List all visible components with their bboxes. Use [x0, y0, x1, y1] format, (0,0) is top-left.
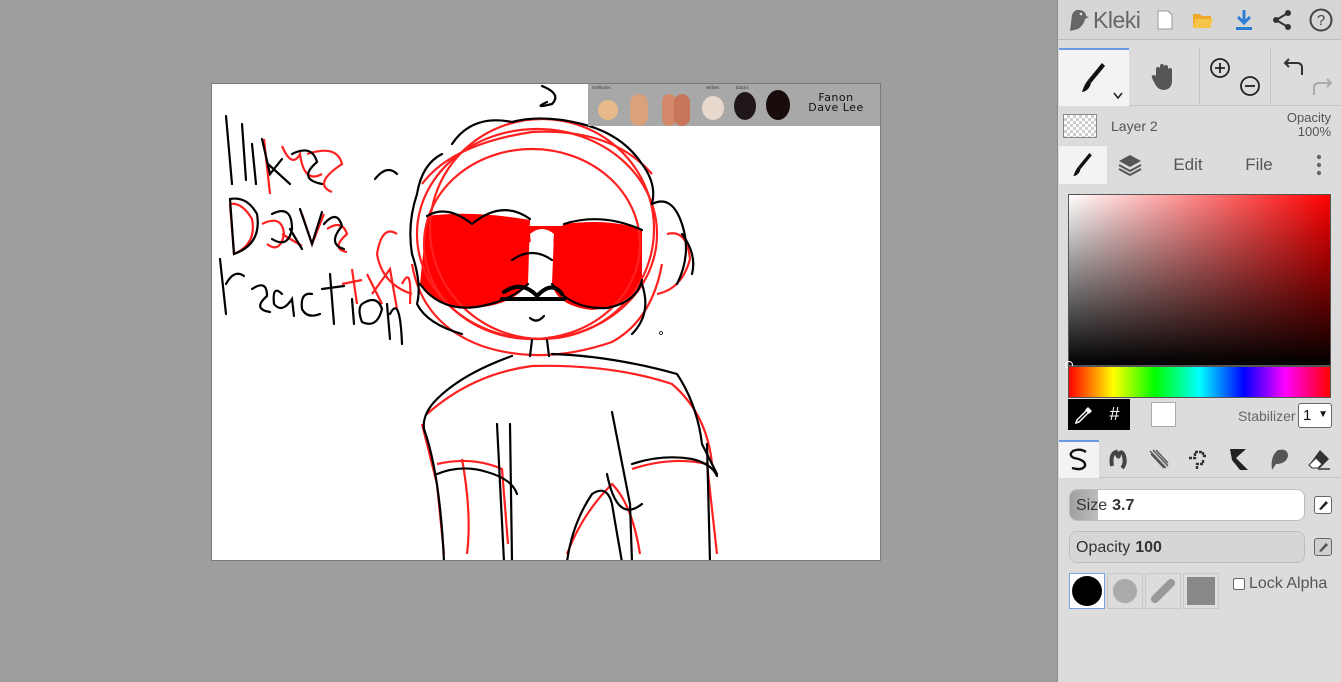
drawing-canvas[interactable]: midtones whites blacks Fanon Dave Lee	[211, 83, 881, 561]
layer-opacity-label: Opacity	[1286, 110, 1331, 125]
size-pressure-toggle-icon[interactable]	[1314, 496, 1332, 514]
eyedropper-icon[interactable]	[1068, 399, 1099, 430]
brush-type-row	[1058, 440, 1341, 478]
zoom-in-icon[interactable]	[1208, 56, 1232, 80]
tool-panel: Kleki ? Layer 2 Opacity 100% Edit File #…	[1057, 0, 1341, 682]
panel-tabs: Edit File	[1058, 146, 1341, 184]
palette-label: midtones	[592, 85, 611, 90]
soft-tip-icon[interactable]	[1107, 573, 1143, 609]
size-value: 3.7	[1112, 497, 1135, 514]
layer-opacity: Opacity 100%	[1287, 111, 1331, 139]
opacity-pressure-toggle-icon[interactable]	[1314, 538, 1332, 556]
chemy-brush-icon[interactable]	[1219, 440, 1259, 478]
undo-icon[interactable]	[1283, 56, 1305, 78]
palette-swatch	[598, 100, 618, 120]
opacity-value: 100	[1135, 539, 1162, 556]
palette-swatch	[702, 96, 724, 120]
hand-tool-button[interactable]	[1129, 48, 1199, 106]
stabilizer-label: Stabilizer	[1238, 408, 1296, 424]
reference-palette: midtones whites blacks Fanon Dave Lee	[588, 84, 880, 126]
hue-slider[interactable]	[1068, 366, 1331, 398]
eraser-icon[interactable]	[1299, 440, 1339, 478]
open-folder-icon[interactable]	[1189, 6, 1217, 34]
help-icon[interactable]: ?	[1307, 6, 1335, 34]
color-saturation-picker[interactable]	[1065, 194, 1331, 369]
opacity-label: Opacity	[1076, 539, 1131, 556]
square-tip-icon[interactable]	[1183, 573, 1219, 609]
svg-text:?: ?	[1317, 12, 1325, 29]
zoom-out-icon[interactable]	[1238, 74, 1262, 98]
sketchy-brush-icon[interactable]	[1139, 440, 1179, 478]
palette-swatch	[766, 90, 790, 120]
pen-brush-icon[interactable]	[1059, 440, 1099, 478]
current-color-swatch[interactable]	[1151, 402, 1176, 427]
drawing-content	[218, 84, 719, 560]
chevron-down-icon[interactable]	[1113, 92, 1123, 100]
chevron-down-icon: ▼	[1318, 409, 1328, 420]
color-controls: # Stabilizer 1 ▼	[1068, 399, 1332, 431]
download-icon[interactable]	[1230, 6, 1258, 34]
layer-name: Layer 2	[1111, 118, 1158, 134]
zoom-tool	[1199, 48, 1270, 106]
stabilizer-value: 1	[1303, 407, 1312, 424]
palette-title: Fanon Dave Lee	[800, 92, 872, 114]
palette-label: blacks	[736, 85, 749, 90]
kleki-logo[interactable]: Kleki	[1066, 6, 1141, 34]
layer-opacity-value: 100%	[1297, 124, 1331, 139]
palette-swatch	[674, 94, 690, 126]
checkbox-box[interactable]	[1233, 578, 1245, 590]
size-slider[interactable]: Size 3.7	[1069, 489, 1305, 521]
opacity-slider-text: Opacity 100	[1076, 539, 1162, 557]
lock-alpha-checkbox[interactable]: Lock Alpha	[1233, 575, 1327, 593]
brush-tool-button[interactable]	[1059, 48, 1129, 106]
share-icon[interactable]	[1268, 6, 1296, 34]
palette-title-line: Dave Lee	[808, 101, 864, 114]
layers-icon	[1118, 155, 1142, 177]
round-tip-icon[interactable]	[1069, 573, 1105, 609]
active-layer-row[interactable]: Layer 2 Opacity 100%	[1058, 106, 1341, 146]
hand-icon	[1151, 64, 1172, 90]
tab-brush[interactable]	[1059, 146, 1107, 184]
new-file-icon[interactable]	[1151, 6, 1179, 34]
lock-alpha-label: Lock Alpha	[1249, 575, 1328, 592]
palette-swatch	[630, 94, 648, 126]
pixel-brush-icon[interactable]	[1179, 440, 1219, 478]
hex-input-button[interactable]: #	[1099, 399, 1130, 430]
logo-text: Kleki	[1093, 6, 1141, 33]
blend-brush-icon[interactable]	[1099, 440, 1139, 478]
size-label: Size	[1076, 497, 1108, 514]
canvas-workspace[interactable]: midtones whites blacks Fanon Dave Lee	[0, 0, 1057, 682]
tab-file[interactable]: File	[1228, 146, 1290, 184]
smudge-brush-icon[interactable]	[1259, 440, 1299, 478]
line-tip-icon[interactable]	[1145, 573, 1181, 609]
brush-icon	[1073, 153, 1092, 177]
kleki-bird-icon	[1070, 9, 1089, 31]
palette-label: whites	[706, 85, 720, 90]
tool-row	[1058, 48, 1341, 106]
tab-edit[interactable]: Edit	[1158, 146, 1218, 184]
brush-icon	[1082, 63, 1105, 92]
layer-thumbnail	[1063, 114, 1097, 138]
redo-icon[interactable]	[1311, 76, 1333, 98]
opacity-slider[interactable]: Opacity 100	[1069, 531, 1305, 563]
undo-redo-tool	[1270, 48, 1341, 106]
stabilizer-select[interactable]: 1 ▼	[1298, 403, 1332, 428]
palette-swatch	[734, 92, 756, 120]
top-bar: Kleki ?	[1058, 0, 1341, 40]
more-menu-icon[interactable]	[1306, 146, 1332, 184]
tab-layers[interactable]	[1107, 146, 1153, 184]
size-slider-text: Size 3.7	[1076, 497, 1134, 515]
